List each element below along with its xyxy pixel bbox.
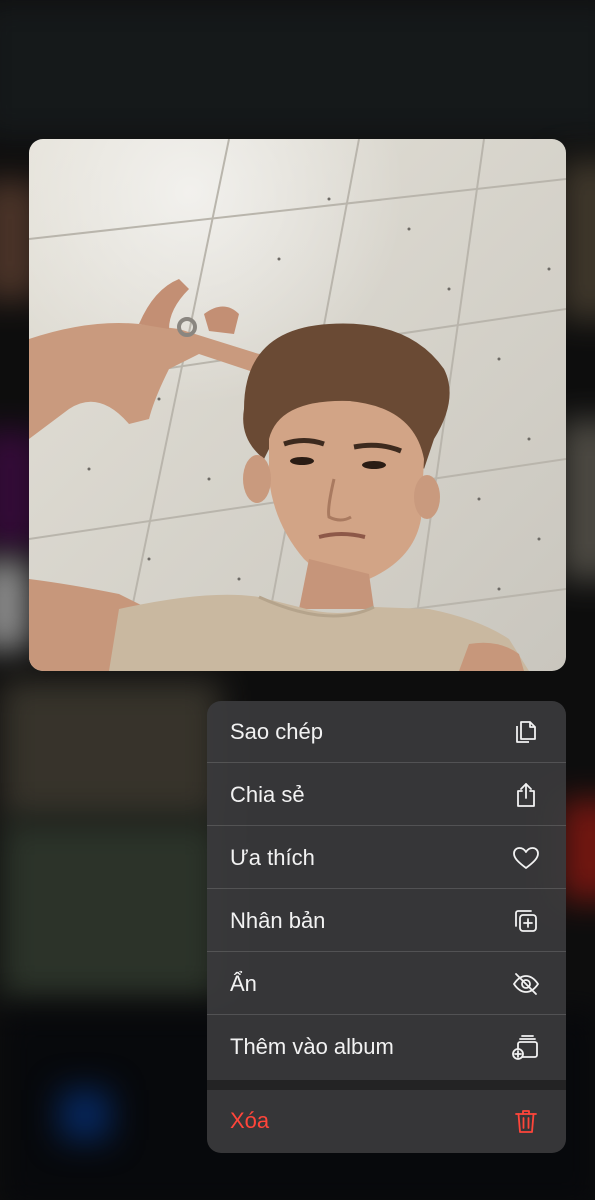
duplicate-icon (510, 905, 542, 937)
menu-item-favorite[interactable]: Ưa thích (207, 827, 566, 889)
menu-item-label: Chia sẻ (230, 781, 305, 807)
menu-item-hide[interactable]: Ẩn (207, 953, 566, 1015)
copy-icon (510, 716, 542, 748)
selfie-photo (29, 139, 566, 671)
menu-item-label: Ưa thích (230, 844, 315, 870)
menu-item-label: Thêm vào album (230, 1034, 394, 1059)
heart-icon (510, 842, 542, 874)
photo-preview[interactable] (29, 139, 566, 671)
menu-section-separator (207, 1080, 566, 1090)
share-icon (510, 779, 542, 811)
menu-item-share[interactable]: Chia sẻ (207, 764, 566, 826)
trash-icon (510, 1105, 542, 1137)
menu-item-delete[interactable]: Xóa (207, 1090, 566, 1152)
menu-item-label: Ẩn (230, 970, 257, 996)
menu-item-label: Xóa (230, 1108, 270, 1133)
menu-item-duplicate[interactable]: Nhân bản (207, 890, 566, 952)
add-to-album-icon (510, 1031, 542, 1063)
menu-item-copy[interactable]: Sao chép (207, 701, 566, 763)
menu-item-label: Sao chép (230, 718, 323, 744)
menu-item-add-to-album[interactable]: Thêm vào album (207, 1016, 566, 1078)
photo-context-menu: Sao chép Chia sẻ Ưa thích Nhân bản Ẩn Th… (207, 701, 566, 1153)
eye-slash-icon (510, 968, 542, 1000)
menu-item-label: Nhân bản (230, 907, 326, 933)
